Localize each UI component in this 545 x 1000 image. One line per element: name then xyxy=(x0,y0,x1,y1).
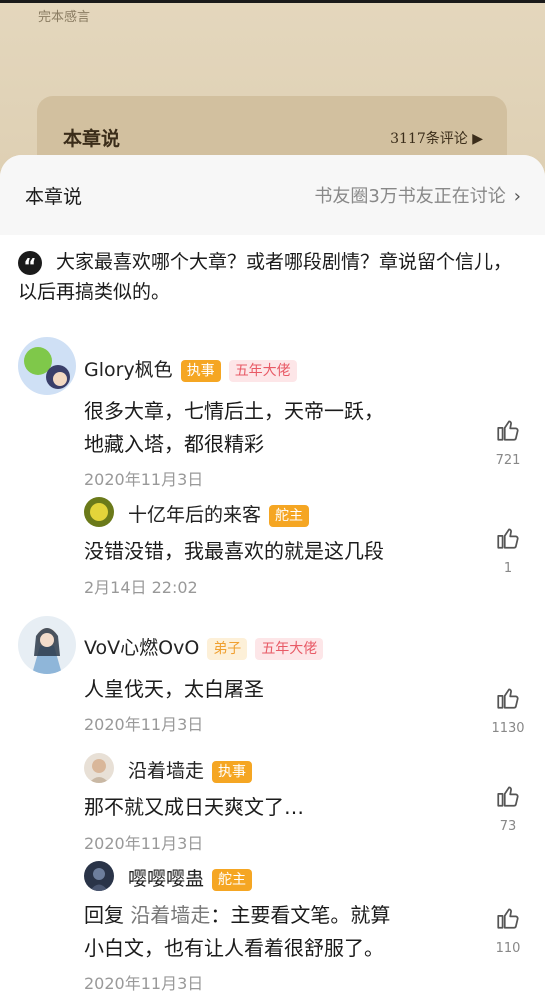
sheet-header: 本章说 书友圈3万书友正在讨论 › xyxy=(0,155,545,235)
chevron-right-icon: › xyxy=(513,186,521,207)
comment-text-line: 回复 沿着墙走：主要看文笔。就算 xyxy=(84,899,390,932)
reply-body: ：主要看文笔。就算 xyxy=(210,903,391,927)
avatar[interactable] xyxy=(18,616,76,674)
comment-author[interactable]: 十亿年后的来客 舵主 xyxy=(128,500,310,527)
like-button[interactable]: 1130 xyxy=(478,685,538,736)
like-count: 1130 xyxy=(491,721,525,736)
thumbs-up-icon xyxy=(497,786,519,807)
like-count: 721 xyxy=(495,453,521,468)
chapter-caption: 完本感言 xyxy=(38,10,91,25)
role-badge: 执事 xyxy=(212,760,253,783)
comment-author-name[interactable]: Glory枫色 xyxy=(84,359,173,381)
reply-prefix: 回复 xyxy=(84,903,131,927)
like-button[interactable]: 110 xyxy=(478,905,538,956)
status-bar-edge xyxy=(0,0,545,3)
comment-author[interactable]: 嘤嘤嘤蛊 舵主 xyxy=(128,864,253,891)
comment-author[interactable]: Glory枫色 执事 五年大佬 xyxy=(84,355,297,382)
comment-text-line: 那不就又成日天爽文了… xyxy=(84,795,304,819)
chapter-comment-card-title: 本章说 xyxy=(63,128,121,150)
author-prompt: “大家最喜欢哪个大章？或者哪段剧情？章说留个信儿，以后再搞类似的。 xyxy=(18,247,528,307)
comment-date: 2020年11月3日 xyxy=(84,834,204,853)
role-badge: 舵主 xyxy=(269,504,310,527)
comment-author-name[interactable]: 嘤嘤嘤蛊 xyxy=(128,868,204,890)
comment-text-line: 小白文，也有让人看着很舒服了。 xyxy=(84,936,384,960)
avatar[interactable] xyxy=(84,753,114,783)
comment-text: 回复 沿着墙走：主要看文笔。就算 小白文，也有让人看着很舒服了。 xyxy=(84,899,390,965)
like-button[interactable]: 73 xyxy=(478,783,538,834)
comment-date: 2020年11月3日 xyxy=(84,974,204,993)
comment-author-name[interactable]: 沿着墙走 xyxy=(128,760,204,782)
thumbs-up-icon xyxy=(497,688,519,709)
sheet-title: 本章说 xyxy=(25,186,83,208)
comment-text: 很多大章，七情后土，天帝一跃， 地藏入塔，都很精彩 xyxy=(84,395,384,461)
comments-sheet: 本章说 书友圈3万书友正在讨论 › “大家最喜欢哪个大章？或者哪段剧情？章说留个信… xyxy=(0,155,545,1000)
comment-text-line: 没错没错，我最喜欢的就是这几段 xyxy=(84,539,384,563)
like-count: 73 xyxy=(499,819,517,834)
avatar[interactable] xyxy=(84,497,114,527)
thumbs-up-icon xyxy=(497,420,519,441)
rank-badge: 五年大佬 xyxy=(255,637,324,660)
quote-icon: “ xyxy=(18,250,42,278)
role-badge: 执事 xyxy=(180,359,221,382)
comment-date: 2月14日 22:02 xyxy=(84,578,198,597)
comment-text: 人皇伐天，太白屠圣 xyxy=(84,673,264,706)
like-count: 1 xyxy=(503,561,513,576)
comment-date: 2020年11月3日 xyxy=(84,470,204,489)
chapter-comment-count[interactable]: 3117条评论 ▶ xyxy=(390,128,483,148)
comment-text-line: 地藏入塔，都很精彩 xyxy=(84,432,264,456)
comment-text-line: 很多大章，七情后土，天帝一跃， xyxy=(84,399,384,423)
role-badge: 弟子 xyxy=(207,637,248,660)
like-button[interactable]: 1 xyxy=(478,525,538,576)
comment-author[interactable]: VoV心燃OvO 弟子 五年大佬 xyxy=(84,633,324,660)
avatar[interactable] xyxy=(84,861,114,891)
avatar[interactable] xyxy=(18,337,76,395)
rank-badge: 五年大佬 xyxy=(228,359,297,382)
book-circle-link[interactable]: 书友圈3万书友正在讨论 › xyxy=(314,182,521,208)
comment-author-name[interactable]: VoV心燃OvO xyxy=(84,637,199,659)
role-badge: 舵主 xyxy=(212,868,253,891)
comment-text: 没错没错，我最喜欢的就是这几段 xyxy=(84,535,384,568)
reply-to-user[interactable]: 沿着墙走 xyxy=(130,903,210,927)
comment-date: 2020年11月3日 xyxy=(84,715,204,734)
thumbs-up-icon xyxy=(497,908,519,929)
author-prompt-text: 大家最喜欢哪个大章？或者哪段剧情？章说留个信儿，以后再搞类似的。 xyxy=(18,251,513,303)
book-circle-link-label: 书友圈3万书友正在讨论 xyxy=(314,186,506,207)
comment-text: 那不就又成日天爽文了… xyxy=(84,791,304,824)
comment-author[interactable]: 沿着墙走 执事 xyxy=(128,756,253,783)
like-button[interactable]: 721 xyxy=(478,417,538,468)
comment-text-line: 人皇伐天，太白屠圣 xyxy=(84,677,264,701)
like-count: 110 xyxy=(495,941,521,956)
comment-author-name[interactable]: 十亿年后的来客 xyxy=(128,504,261,526)
thumbs-up-icon xyxy=(497,528,519,549)
